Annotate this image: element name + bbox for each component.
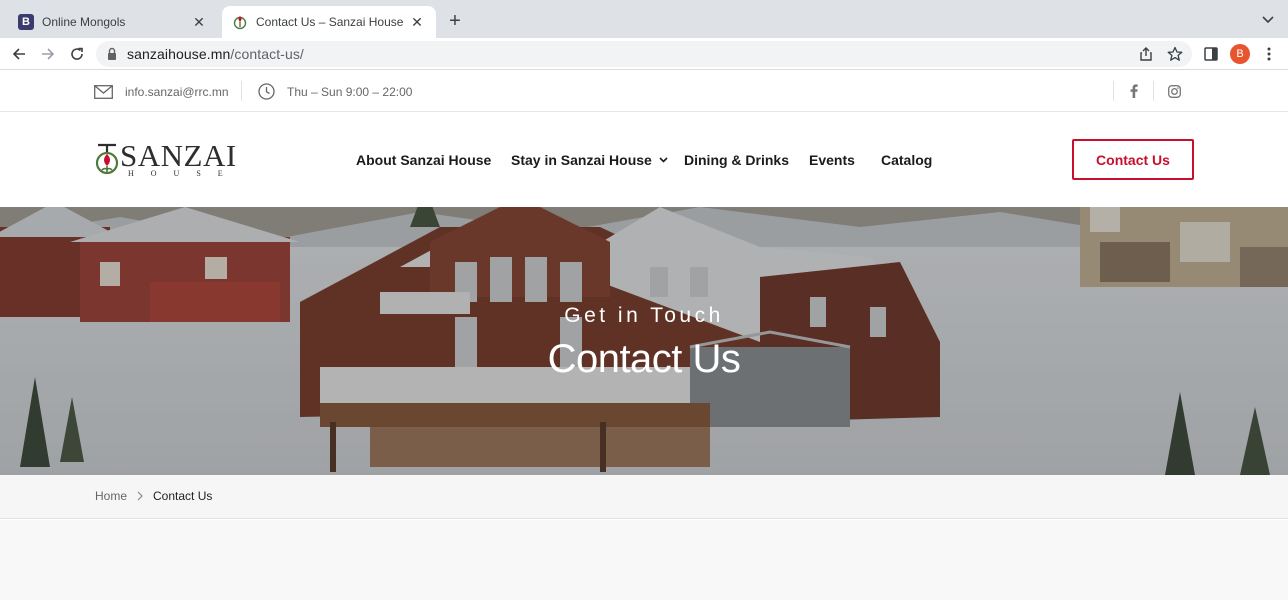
url-text[interactable]: sanzaihouse.mn/contact-us/ [127,46,304,62]
address-bar[interactable]: sanzaihouse.mn/contact-us/ [96,41,1192,67]
new-tab-button[interactable]: + [444,10,466,32]
kebab-menu-icon [1267,47,1271,61]
arrow-left-icon [12,48,25,60]
divider [1113,81,1114,101]
nav-label: Stay in Sanzai House [511,151,652,168]
site-header: SANZAI HOUSE About Sanzai House Stay in … [0,112,1288,207]
nav-label: About Sanzai House [356,151,492,168]
logo-wordmark: SANZAI [120,138,237,173]
instagram-icon [1167,84,1181,98]
hero-banner: Get in Touch Contact Us [0,207,1288,475]
mail-icon [94,84,113,99]
breadcrumb-home[interactable]: Home [95,489,127,503]
nav-label: Events [809,151,855,168]
divider [241,81,242,101]
chevron-down-icon[interactable] [1260,11,1276,27]
bookmark-button[interactable] [1166,45,1184,63]
topbar-hours: Thu – Sun 9:00 – 22:00 [258,71,412,112]
close-icon[interactable]: ✕ [408,13,426,31]
nav-label: Catalog [881,151,933,168]
nav-catalog[interactable]: Catalog [881,112,932,207]
contact-us-button[interactable]: Contact Us [1072,139,1194,180]
facebook-link[interactable] [1126,83,1142,99]
site-topbar: info.sanzai@rrc.mn Thu – Sun 9:00 – 22:0… [0,71,1288,112]
browser-tabstrip: B Online Mongols ✕ Contact Us – Sanzai H… [0,0,1288,38]
chevron-down-icon [659,156,668,163]
share-icon [1140,47,1152,61]
logo-subtitle: HOUSE [128,169,240,178]
hours-text: Thu – Sun 9:00 – 22:00 [287,84,413,99]
arrow-right-icon [42,48,55,60]
topbar-email[interactable]: info.sanzai@rrc.mn [94,71,229,112]
page-content-area [0,520,1288,600]
bootstrap-icon: B [18,14,34,30]
nav-dining[interactable]: Dining & Drinks [684,112,789,207]
chevron-right-icon [137,491,143,501]
clock-icon [258,83,275,100]
share-button[interactable] [1137,45,1155,63]
sanzai-emblem-icon [95,143,119,175]
email-text[interactable]: info.sanzai@rrc.mn [125,85,229,99]
breadcrumb-current: Contact Us [153,489,213,503]
hero-subtitle: Get in Touch [564,304,724,327]
side-panel-button[interactable] [1199,42,1223,66]
url-host: sanzaihouse.mn [127,46,231,62]
hero-title: Contact Us [547,337,741,381]
nav-events[interactable]: Events [809,112,855,207]
nav-stay[interactable]: Stay in Sanzai House [511,112,668,207]
nav-about[interactable]: About Sanzai House [356,112,491,207]
close-icon[interactable]: ✕ [190,13,208,31]
lock-icon[interactable] [106,47,118,61]
instagram-link[interactable] [1166,83,1182,99]
forward-button[interactable] [36,42,60,66]
profile-avatar[interactable]: B [1230,44,1250,64]
browser-tab-online-mongols[interactable]: B Online Mongols ✕ [8,6,218,38]
url-path: /contact-us/ [230,46,304,62]
sanzai-logo-icon [233,16,247,30]
divider [1153,81,1154,101]
facebook-icon [1130,84,1138,98]
breadcrumb: Home Contact Us [0,475,1288,519]
reload-icon [71,47,83,60]
browser-menu-button[interactable] [1257,42,1281,66]
tab-title: Contact Us – Sanzai House [256,15,404,29]
nav-label: Dining & Drinks [684,151,790,168]
tab-title: Online Mongols [42,15,126,29]
browser-toolbar: sanzaihouse.mn/contact-us/ B [0,38,1288,70]
browser-tab-contact-us[interactable]: Contact Us – Sanzai House ✕ [222,6,436,38]
back-button[interactable] [7,42,31,66]
site-logo[interactable]: SANZAI HOUSE [94,140,236,180]
side-panel-icon [1204,47,1218,61]
reload-button[interactable] [65,42,89,66]
star-icon [1167,46,1183,61]
